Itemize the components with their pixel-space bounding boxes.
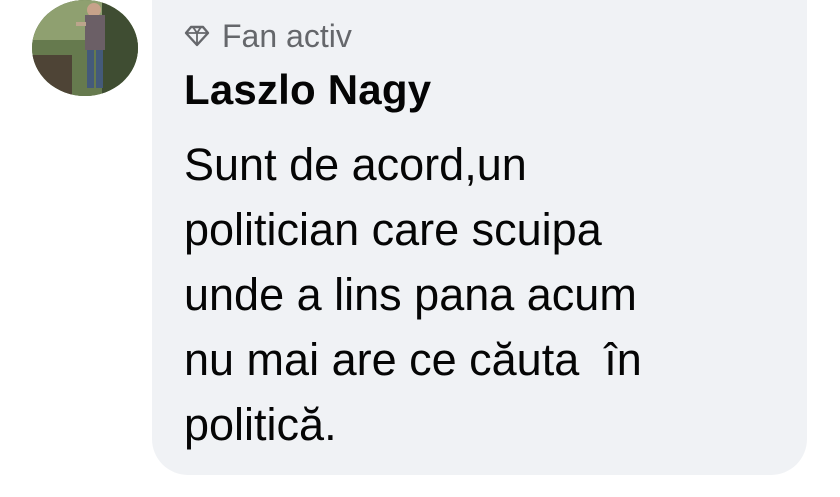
profile-photo: [32, 0, 138, 96]
comment-text-line: unde a lins pana acum: [184, 269, 637, 320]
comment-text-line: politician care scuipa: [184, 204, 602, 255]
comment-view: Fan activ Laszlo Nagy Sunt de acord,un p…: [0, 0, 840, 497]
comment-text: Sunt de acord,un politician care scuipa …: [184, 132, 784, 457]
comment-text-line: politică.: [184, 399, 337, 450]
diamond-icon: [184, 25, 210, 47]
comment-text-line: nu mai are ce căuta în: [184, 334, 642, 385]
comment-author[interactable]: Laszlo Nagy: [184, 64, 431, 116]
badge-label: Fan activ: [222, 18, 352, 54]
comment-text-line: Sunt de acord,un: [184, 139, 527, 190]
top-fan-badge[interactable]: Fan activ: [184, 17, 352, 55]
avatar[interactable]: [32, 0, 138, 96]
